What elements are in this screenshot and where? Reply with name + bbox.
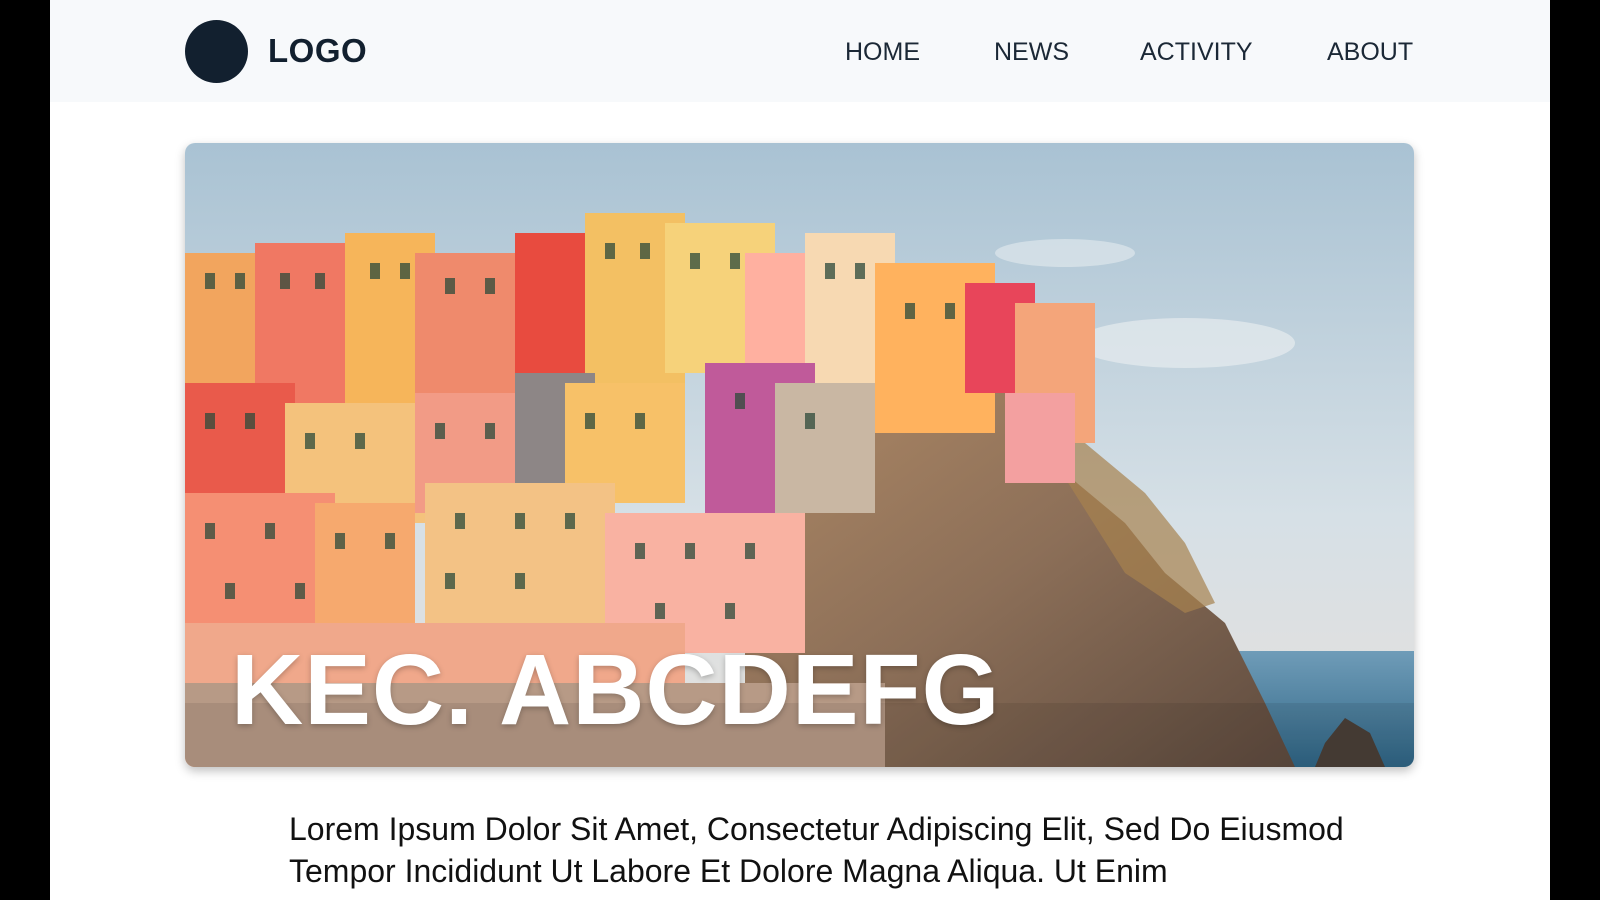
- body-paragraph: Lorem Ipsum Dolor Sit Amet, Consectetur …: [289, 811, 1344, 889]
- nav-news-link[interactable]: NEWS: [994, 36, 1069, 68]
- nav-activity-link[interactable]: ACTIVITY: [1140, 36, 1253, 68]
- nav-about-link[interactable]: ABOUT: [1327, 36, 1413, 68]
- site-header: LOGO HOME NEWS ACTIVITY ABOUT: [50, 0, 1550, 102]
- hero-title: KEC. ABCDEFG: [231, 634, 1001, 746]
- page: LOGO HOME NEWS ACTIVITY ABOUT KEC. ABCDE…: [50, 0, 1550, 900]
- hero-banner: KEC. ABCDEFG: [185, 143, 1414, 767]
- logo-circle-icon[interactable]: [185, 20, 248, 83]
- nav-home-link[interactable]: HOME: [845, 36, 920, 68]
- logo-text[interactable]: LOGO: [268, 30, 367, 72]
